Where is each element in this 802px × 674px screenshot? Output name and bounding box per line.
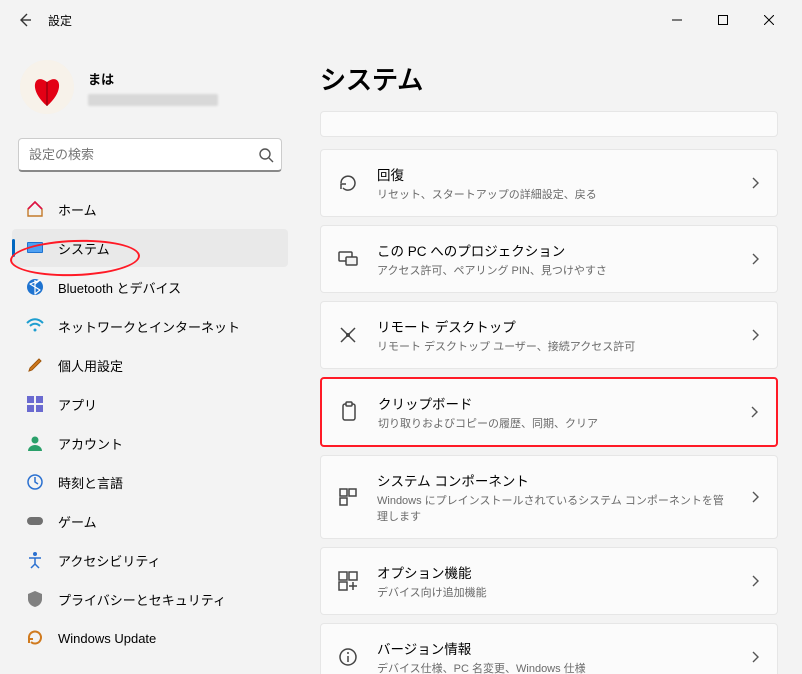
sidebar-item-label: ゲーム: [58, 512, 97, 531]
account-icon: [26, 434, 44, 452]
sidebar-item-label: アカウント: [58, 434, 123, 453]
close-icon: [764, 15, 774, 25]
sidebar-item-label: ネットワークとインターネット: [58, 317, 240, 336]
profile-block[interactable]: まは: [6, 50, 294, 134]
update-icon: [26, 629, 44, 647]
chevron-right-icon: [748, 406, 760, 418]
search-box[interactable]: [18, 138, 282, 172]
accessibility-icon: [26, 551, 44, 569]
card-recovery[interactable]: 回復 リセット、スタートアップの詳細設定、戻る: [320, 149, 778, 217]
card-sub: アクセス許可、ペアリング PIN、見つけやすさ: [377, 262, 731, 278]
remote-desktop-icon: [337, 324, 359, 346]
chevron-right-icon: [749, 651, 761, 663]
card-title: バージョン情報: [377, 638, 731, 658]
card-title: リモート デスクトップ: [377, 316, 731, 336]
sidebar-item-label: 時刻と言語: [58, 473, 123, 492]
avatar: [20, 60, 74, 114]
sidebar-item-gaming[interactable]: ゲーム: [12, 502, 288, 540]
chevron-right-icon: [749, 253, 761, 265]
sidebar-item-label: システム: [58, 239, 110, 258]
card-sub: デバイス向け追加機能: [377, 584, 731, 600]
back-arrow-icon: [17, 12, 33, 28]
close-button[interactable]: [746, 4, 792, 36]
projection-icon: [337, 248, 359, 270]
profile-name: まは: [88, 69, 218, 88]
card-optional-features[interactable]: オプション機能 デバイス向け追加機能: [320, 547, 778, 615]
sidebar-item-label: Bluetooth とデバイス: [58, 278, 181, 297]
sidebar-item-label: プライバシーとセキュリティ: [58, 590, 226, 609]
sidebar-item-home[interactable]: ホーム: [12, 190, 288, 228]
sidebar-item-label: 個人用設定: [58, 356, 123, 375]
card-clipboard[interactable]: クリップボード 切り取りおよびコピーの履歴、同期、クリア: [320, 377, 778, 447]
globe-clock-icon: [26, 473, 44, 491]
back-button[interactable]: [10, 5, 40, 35]
sidebar-item-privacy[interactable]: プライバシーとセキュリティ: [12, 580, 288, 618]
search-icon: [258, 147, 274, 163]
apps-icon: [26, 395, 44, 413]
search-input[interactable]: [18, 138, 282, 172]
card-title: システム コンポーネント: [377, 470, 731, 490]
chevron-right-icon: [749, 491, 761, 503]
window-title: 設定: [48, 12, 72, 29]
avatar-heart-icon: [20, 60, 74, 114]
nav-list: ホーム システム Bluetooth とデバイス ネットワークとインターネット …: [6, 190, 294, 657]
minimize-icon: [672, 15, 682, 25]
sidebar-item-label: Windows Update: [58, 631, 156, 646]
components-icon: [337, 486, 359, 508]
bluetooth-icon: [26, 278, 44, 296]
sidebar-item-windows-update[interactable]: Windows Update: [12, 619, 288, 657]
card-sub: デバイス仕様、PC 名変更、Windows 仕様: [377, 660, 731, 674]
wifi-icon: [26, 317, 44, 335]
sidebar-item-accessibility[interactable]: アクセシビリティ: [12, 541, 288, 579]
truncated-row[interactable]: 拡張されたトラブルシューティング ツール、設定の履歴: [320, 111, 778, 137]
sidebar: まは ホーム システム Bluetooth とデバイス: [0, 40, 300, 674]
profile-email-censored: [88, 94, 218, 106]
card-system-components[interactable]: システム コンポーネント Windows にプレインストールされているシステム …: [320, 455, 778, 539]
sidebar-item-personalization[interactable]: 個人用設定: [12, 346, 288, 384]
sidebar-item-time-language[interactable]: 時刻と言語: [12, 463, 288, 501]
sidebar-item-apps[interactable]: アプリ: [12, 385, 288, 423]
chevron-right-icon: [749, 177, 761, 189]
card-title: この PC へのプロジェクション: [377, 240, 731, 260]
sidebar-item-system[interactable]: システム: [12, 229, 288, 267]
sidebar-item-label: アプリ: [58, 395, 97, 414]
sidebar-item-bluetooth[interactable]: Bluetooth とデバイス: [12, 268, 288, 306]
card-title: 回復: [377, 164, 731, 184]
info-icon: [337, 646, 359, 668]
chevron-right-icon: [749, 575, 761, 587]
clipboard-icon: [338, 401, 360, 423]
maximize-icon: [718, 15, 728, 25]
maximize-button[interactable]: [700, 4, 746, 36]
game-icon: [26, 512, 44, 530]
card-title: クリップボード: [378, 393, 730, 413]
card-sub: 切り取りおよびコピーの履歴、同期、クリア: [378, 415, 730, 431]
card-sub: リモート デスクトップ ユーザー、接続アクセス許可: [377, 338, 731, 354]
window-controls: [654, 4, 792, 36]
recovery-icon: [337, 172, 359, 194]
sidebar-item-label: アクセシビリティ: [58, 551, 161, 570]
main-content: システム 拡張されたトラブルシューティング ツール、設定の履歴 回復 リセット、…: [300, 40, 802, 674]
optional-features-icon: [337, 570, 359, 592]
minimize-button[interactable]: [654, 4, 700, 36]
card-title: オプション機能: [377, 562, 731, 582]
sidebar-item-label: ホーム: [58, 200, 97, 219]
sidebar-item-network[interactable]: ネットワークとインターネット: [12, 307, 288, 345]
system-icon: [26, 239, 44, 257]
card-remote-desktop[interactable]: リモート デスクトップ リモート デスクトップ ユーザー、接続アクセス許可: [320, 301, 778, 369]
shield-icon: [26, 590, 44, 608]
brush-icon: [26, 356, 44, 374]
card-sub: リセット、スタートアップの詳細設定、戻る: [377, 186, 731, 202]
page-title: システム: [320, 60, 778, 97]
home-icon: [26, 200, 44, 218]
titlebar: 設定: [0, 0, 802, 40]
card-sub: Windows にプレインストールされているシステム コンポーネントを管理します: [377, 492, 731, 524]
sidebar-item-accounts[interactable]: アカウント: [12, 424, 288, 462]
card-projection[interactable]: この PC へのプロジェクション アクセス許可、ペアリング PIN、見つけやすさ: [320, 225, 778, 293]
card-about[interactable]: バージョン情報 デバイス仕様、PC 名変更、Windows 仕様: [320, 623, 778, 674]
chevron-right-icon: [749, 329, 761, 341]
